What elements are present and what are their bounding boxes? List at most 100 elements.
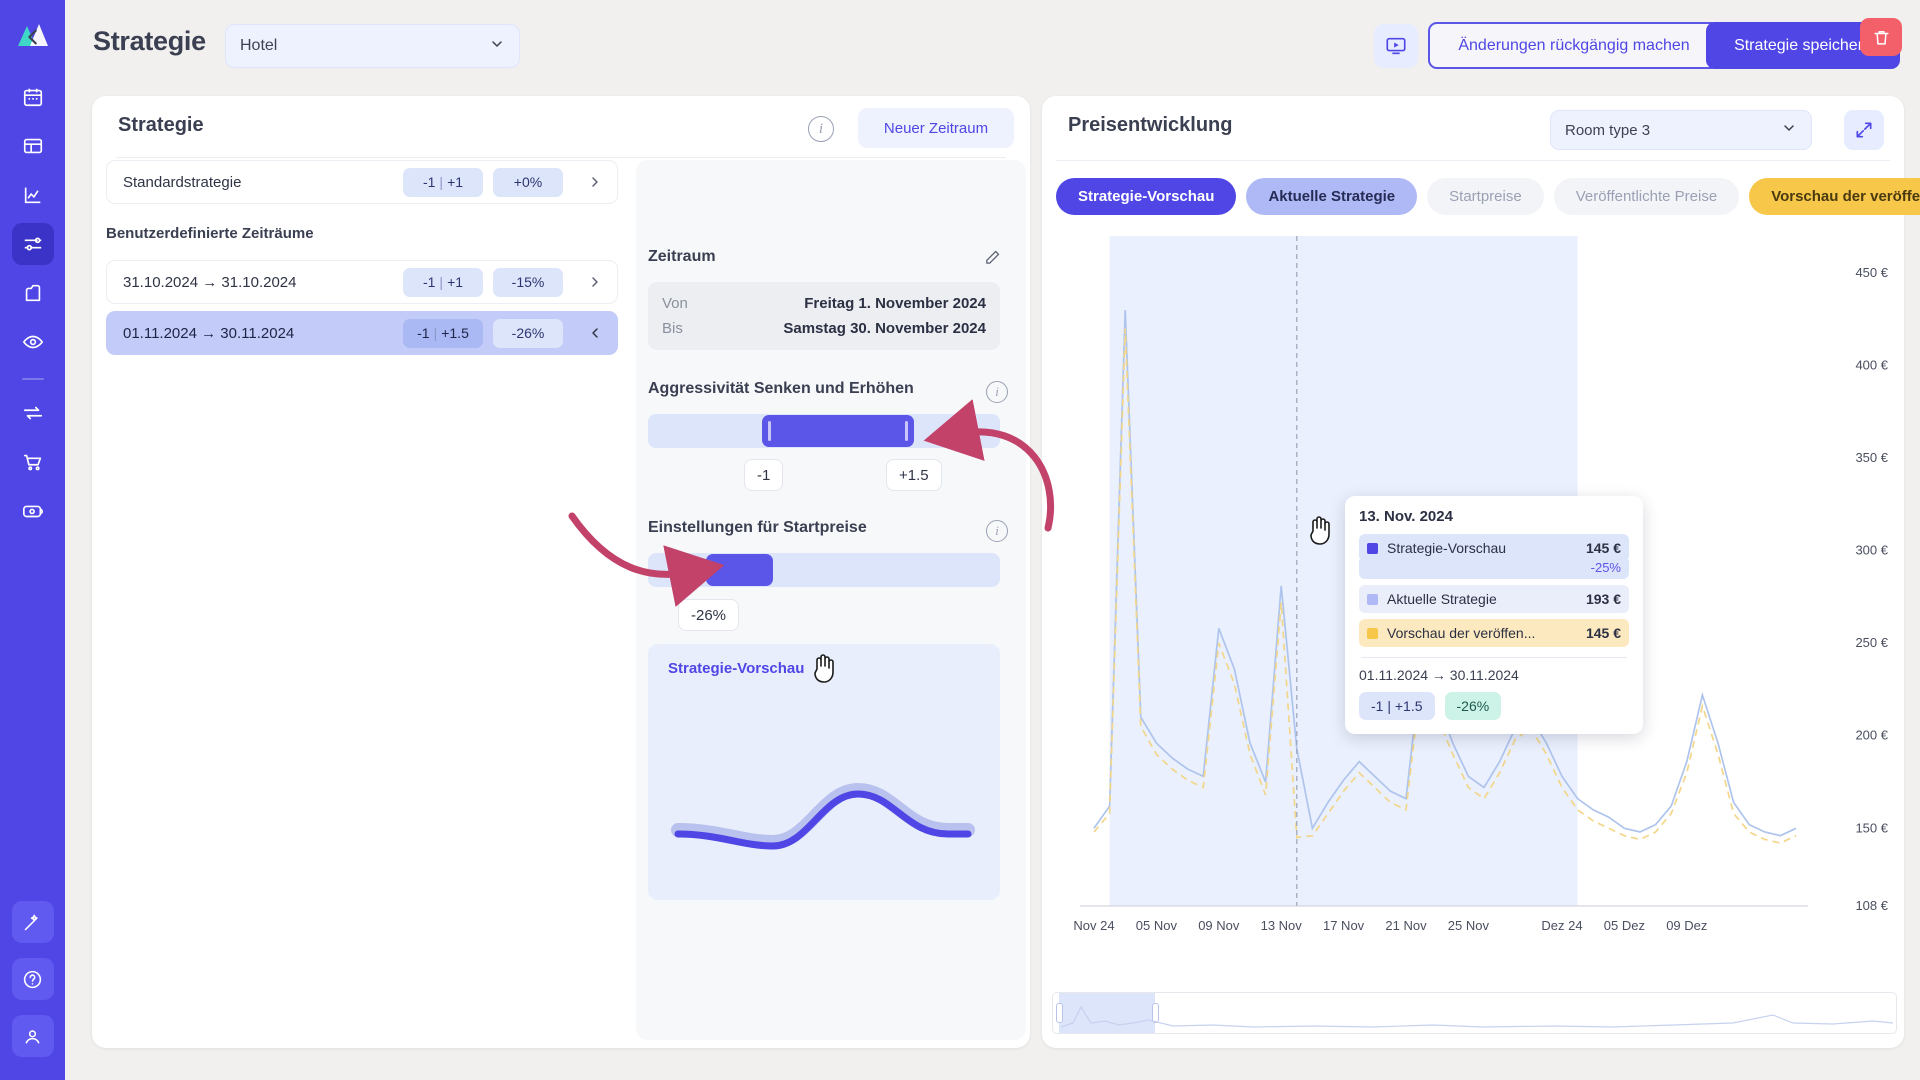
list-item-label: 31.10.2024 → 31.10.2024 [123, 273, 297, 291]
strategy-card-title: Strategie [118, 114, 204, 136]
topbar: Strategie Hotel Änderungen rückgängig ma… [65, 0, 1920, 88]
tooltip-date: 13. Nov. 2024 [1359, 508, 1453, 525]
tab-vorschau-veroeffentlichte-preise[interactable]: Vorschau der veröffentlichten Preise [1749, 178, 1920, 215]
chart-range-minimap[interactable] [1052, 992, 1897, 1034]
x-tick-label: 25 Nov [1448, 918, 1490, 933]
new-period-button[interactable]: Neuer Zeitraum [858, 108, 1014, 148]
strategy-list: Standardstrategie -1 | +1 +0% Benutzerde… [92, 160, 632, 1048]
tab-veroeffentlichte-preise[interactable]: Veröffentlichte Preise [1553, 178, 1740, 215]
tab-aktuelle-strategie[interactable]: Aktuelle Strategie [1246, 178, 1418, 215]
x-tick-label: 21 Nov [1385, 918, 1427, 933]
help-icon[interactable] [11, 958, 54, 1000]
room-type-value: Room type 3 [1565, 121, 1651, 139]
bis-value: Samstag 30. November 2024 [783, 320, 986, 337]
tooltip-row-strategie-vorschau: Strategie-Vorschau 145 € [1359, 534, 1629, 562]
payments-icon[interactable] [12, 490, 54, 532]
y-tick-label: 350 € [1855, 450, 1888, 465]
cart-icon[interactable] [12, 441, 54, 483]
zeitraum-box: Von Freitag 1. November 2024 Bis Samstag… [648, 282, 1000, 350]
room-type-select[interactable]: Room type 3 [1550, 110, 1812, 150]
tooltip-row-label: Vorschau der veröffen... [1387, 625, 1536, 641]
tab-strategie-vorschau[interactable]: Strategie-Vorschau [1056, 178, 1237, 215]
slider-handle-max[interactable] [905, 421, 908, 441]
minimap-sparkline [1060, 1005, 1894, 1028]
calendar-icon[interactable] [12, 76, 54, 118]
aggressivity-title: Aggressivität Senken und Erhöhen [648, 380, 914, 397]
dashboard-icon[interactable] [12, 125, 54, 167]
sidebar-divider [21, 378, 44, 380]
zeitraum-bis-row: Bis Samstag 30. November 2024 [662, 316, 986, 341]
tab-startpreise[interactable]: Startpreise [1427, 178, 1544, 215]
aggressivity-max-value[interactable]: +1.5 [886, 459, 942, 491]
page-title: Strategie [93, 26, 206, 56]
badge-separator: | [439, 274, 444, 290]
video-tutorial-button[interactable] [1374, 24, 1418, 68]
aggressivity-min-value[interactable]: -1 [744, 459, 784, 491]
tooltip-row-label: Strategie-Vorschau [1387, 540, 1507, 556]
mouse-cursor-chart [1308, 515, 1334, 550]
expand-icon[interactable] [1844, 110, 1884, 150]
list-item-label: 01.11.2024 → 30.11.2024 [123, 324, 295, 342]
tooltip-row-label: Aktuelle Strategie [1387, 591, 1497, 607]
x-tick-label: Nov 24 [1073, 918, 1114, 933]
bis-label: Bis [662, 320, 683, 337]
header-divider [1056, 160, 1890, 161]
list-item-label: Standardstrategie [123, 173, 242, 191]
aggr-up: +1 [447, 174, 464, 190]
legend-swatch-icon [1367, 627, 1378, 639]
chevron-right-icon[interactable] [581, 168, 609, 196]
slider-handle-min[interactable] [768, 421, 771, 441]
sync-icon[interactable] [12, 392, 54, 434]
back-chevron-icon[interactable] [18, 22, 48, 52]
aggr-down: -1 [417, 325, 430, 341]
hotel-select[interactable]: Hotel [225, 24, 520, 68]
aggr-down: -1 [422, 274, 436, 290]
info-icon[interactable]: i [986, 381, 1008, 403]
startprice-slider[interactable] [648, 553, 1000, 587]
startprice-slider-fill[interactable] [706, 554, 773, 586]
aggr-down: -1 [422, 174, 436, 190]
pencil-icon[interactable] [984, 249, 1001, 271]
aggressivity-badge: -1 | +1.5 [403, 318, 483, 348]
zeitraum-von-row: Von Freitag 1. November 2024 [662, 291, 986, 316]
aggr-up: +1.5 [441, 325, 469, 341]
aggressivity-slider[interactable] [648, 414, 1000, 448]
legend-swatch-icon [1367, 593, 1378, 605]
delete-period-button[interactable] [1860, 18, 1902, 56]
chevron-down-icon [1781, 120, 1797, 140]
list-item-default-strategy[interactable]: Standardstrategie -1 | +1 +0% [106, 160, 618, 204]
undo-changes-button[interactable]: Änderungen rückgängig machen [1428, 22, 1720, 69]
sidebar-item-strategy[interactable] [11, 223, 54, 265]
aggressivity-slider-fill[interactable] [762, 415, 914, 447]
tooltip-row-value: 145 € [1585, 540, 1621, 556]
x-tick-label: 09 Nov [1198, 918, 1240, 933]
y-tick-label: 250 € [1855, 635, 1888, 650]
startprice-value[interactable]: -26% [678, 599, 740, 631]
tooltip-row-aktuelle-strategie: Aktuelle Strategie 193 € [1359, 585, 1629, 613]
user-icon[interactable] [11, 1015, 54, 1057]
list-item-period-0[interactable]: 31.10.2024 → 31.10.2024 -1 | +1 -15% [106, 260, 618, 304]
chevron-down-icon [489, 36, 505, 57]
header-divider [116, 157, 1006, 158]
analytics-icon[interactable] [12, 174, 54, 216]
x-tick-label: 05 Dez [1604, 918, 1645, 933]
von-value: Freitag 1. November 2024 [804, 295, 986, 312]
chevron-left-icon[interactable] [581, 319, 609, 347]
y-tick-label: 450 € [1855, 265, 1888, 280]
info-icon[interactable]: i [986, 520, 1008, 542]
x-tick-label: Dez 24 [1541, 918, 1582, 933]
magic-wand-icon[interactable] [11, 901, 54, 943]
legend-swatch-icon [1367, 542, 1378, 554]
eye-icon[interactable] [12, 321, 54, 363]
percent-badge: -15% [493, 267, 563, 297]
tooltip-aggressivity-badge: -1 | +1.5 [1359, 692, 1435, 720]
info-icon[interactable]: i [808, 116, 834, 142]
list-item-period-1[interactable]: 01.11.2024 → 30.11.2024 -1 | +1.5 -26% [106, 311, 618, 355]
strategy-preview-title: Strategie-Vorschau [668, 660, 805, 677]
badge-separator: | [439, 174, 444, 190]
aggressivity-badge: -1 | +1 [403, 267, 483, 297]
tooltip-row-value: 193 € [1585, 591, 1621, 607]
chevron-right-icon[interactable] [581, 268, 609, 296]
x-tick-label: 13 Nov [1261, 918, 1303, 933]
report-icon[interactable] [12, 272, 54, 314]
